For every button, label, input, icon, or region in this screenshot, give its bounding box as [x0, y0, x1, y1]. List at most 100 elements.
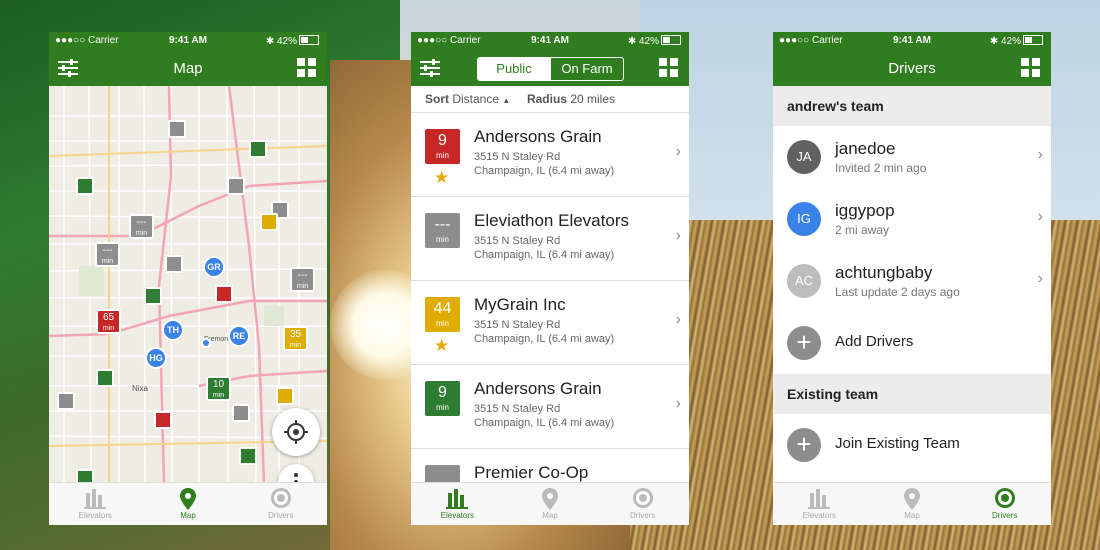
- locate-me-button[interactable]: [272, 408, 320, 456]
- filter-sliders-icon[interactable]: [419, 58, 441, 78]
- elevator-row[interactable]: 44 min ★ MyGrain Inc 3515 N Staley Rd Cha…: [411, 281, 689, 365]
- elevator-icon: [773, 487, 866, 511]
- grid-icon[interactable]: [659, 58, 679, 78]
- elevator-city-distance: Champaign, IL (6.4 mi away): [474, 417, 615, 429]
- elevator-icon: [49, 487, 142, 511]
- tab-drivers[interactable]: Drivers: [596, 483, 689, 525]
- driver-marker[interactable]: RE: [228, 325, 250, 347]
- elevator-pin-eta[interactable]: 10 min: [206, 376, 231, 401]
- elevator-address: 3515 N Staley Rd: [474, 403, 561, 415]
- elevator-pin-eta[interactable]: --- min: [290, 267, 315, 292]
- sort-value: Distance: [452, 92, 500, 106]
- eta-unit: min: [289, 342, 302, 349]
- elevator-pin[interactable]: [76, 177, 94, 195]
- map-label-nixa: Nixa: [132, 384, 149, 393]
- elevator-pin[interactable]: [227, 177, 245, 195]
- tab-elevators[interactable]: Elevators: [773, 483, 866, 525]
- driver-name: iggypop: [835, 201, 895, 220]
- chevron-right-icon: ›: [675, 311, 681, 328]
- elevator-pin[interactable]: [239, 447, 257, 465]
- add-drivers-row[interactable]: + Add Drivers: [773, 312, 1051, 374]
- eta-badge: --- min: [425, 213, 460, 248]
- tab-label: Elevators: [78, 511, 113, 520]
- more-vertical-icon: [294, 473, 298, 483]
- radius-value[interactable]: 20 miles: [570, 92, 615, 106]
- map-screen: ●●●○○ Carrier 9:41 AM ✱ 42% Map Nixa Fre…: [49, 32, 327, 525]
- elevator-pin-eta[interactable]: --- min: [95, 242, 120, 267]
- elevator-pin[interactable]: [232, 404, 250, 422]
- join-team-row[interactable]: + Join Existing Team: [773, 414, 1051, 476]
- elevator-pin-eta[interactable]: 65 min: [96, 309, 121, 334]
- more-options-button[interactable]: [278, 464, 314, 483]
- tab-bar: Elevators Map Drivers: [411, 482, 689, 525]
- eta-badge: 9 min: [425, 129, 460, 164]
- driver-row[interactable]: JA janedoe Invited 2 min ago ›: [773, 126, 1051, 188]
- elevator-pin[interactable]: [57, 392, 75, 410]
- radius-label: Radius: [526, 92, 567, 106]
- tab-map[interactable]: Map: [504, 483, 597, 525]
- tab-elevators[interactable]: Elevators: [411, 483, 504, 525]
- driver-marker[interactable]: TH: [162, 319, 184, 341]
- elevator-pin[interactable]: [276, 387, 294, 405]
- elevator-pin[interactable]: [249, 140, 267, 158]
- elevator-pin[interactable]: [154, 411, 172, 429]
- elevator-pin-eta[interactable]: --- min: [129, 214, 154, 239]
- elevator-row[interactable]: 9 min Andersons Grain 3515 N Staley Rd Ch…: [411, 365, 689, 449]
- elevator-city-distance: Champaign, IL (6.4 mi away): [474, 165, 615, 177]
- map-view[interactable]: Nixa Fremont Hills --- min --- min --- min …: [49, 86, 327, 483]
- sort-bar: Sort Distance ▲ Radius 20 miles: [411, 86, 689, 113]
- eta-unit: min: [436, 319, 449, 328]
- driver-row[interactable]: AC achtungbaby Last update 2 days ago ›: [773, 250, 1051, 312]
- target-icon: [958, 487, 1051, 511]
- elevator-pin[interactable]: [76, 469, 94, 483]
- favorite-star-icon[interactable]: ★: [434, 336, 449, 356]
- tab-bar: Elevators Map Drivers: [49, 482, 327, 525]
- eta-value: 65: [102, 312, 115, 323]
- grid-icon[interactable]: [1021, 58, 1041, 78]
- battery-percent: 42%: [1000, 36, 1021, 47]
- eta-unit: min: [436, 403, 449, 412]
- tab-drivers[interactable]: Drivers: [234, 483, 327, 525]
- target-icon: [234, 487, 327, 511]
- eta-value: 44: [433, 300, 452, 317]
- eta-value: 9: [438, 384, 447, 401]
- elevator-pin[interactable]: [144, 287, 162, 305]
- elevator-name: MyGrain Inc: [474, 295, 566, 314]
- driver-marker[interactable]: GR: [203, 256, 225, 278]
- elevator-row[interactable]: 9 min ★ Andersons Grain 3515 N Staley Rd …: [411, 113, 689, 197]
- eta-value: 9: [438, 132, 447, 149]
- page-title: Drivers: [888, 60, 936, 77]
- nav-bar: Map: [49, 50, 327, 86]
- elevator-name: Andersons Grain: [474, 379, 602, 398]
- tab-label: Elevators: [802, 511, 837, 520]
- tab-elevators[interactable]: Elevators: [49, 483, 142, 525]
- elevator-pin[interactable]: [215, 285, 233, 303]
- elevator-pin[interactable]: [96, 369, 114, 387]
- segment-on-farm[interactable]: On Farm: [550, 58, 623, 80]
- driver-name: janedoe: [835, 139, 896, 158]
- driver-status: Invited 2 min ago: [835, 161, 927, 175]
- tab-map[interactable]: Map: [866, 483, 959, 525]
- crosshair-icon: [284, 420, 308, 444]
- elevator-pin-eta[interactable]: 35 min: [283, 326, 308, 351]
- tab-label: Drivers: [992, 511, 1018, 520]
- elevator-row[interactable]: --- min Eleviathon Elevators 3515 N Stale…: [411, 197, 689, 281]
- grid-icon[interactable]: [297, 58, 317, 78]
- drivers-screen: ●●●○○ Carrier 9:41 AM ✱ 42% Drivers andr…: [773, 32, 1051, 525]
- battery-status: ✱ 42%: [266, 35, 319, 47]
- add-drivers-label: Add Drivers: [835, 333, 914, 350]
- elevator-pin[interactable]: [165, 255, 183, 273]
- segment-public[interactable]: Public: [478, 58, 550, 80]
- status-bar: ●●●○○ Carrier 9:41 AM ✱ 42%: [411, 32, 689, 50]
- eta-unit: min: [135, 230, 148, 237]
- elevator-pin[interactable]: [168, 120, 186, 138]
- tab-drivers[interactable]: Drivers: [958, 483, 1051, 525]
- favorite-star-icon[interactable]: ★: [434, 168, 449, 188]
- elevator-pin[interactable]: [260, 213, 278, 231]
- sort-selector[interactable]: Distance ▲: [452, 92, 510, 106]
- elevator-icon: [411, 487, 504, 511]
- driver-marker[interactable]: HG: [145, 347, 167, 369]
- tab-map[interactable]: Map: [142, 483, 235, 525]
- driver-row[interactable]: IG iggypop 2 mi away ›: [773, 188, 1051, 250]
- chevron-right-icon: ›: [675, 143, 681, 160]
